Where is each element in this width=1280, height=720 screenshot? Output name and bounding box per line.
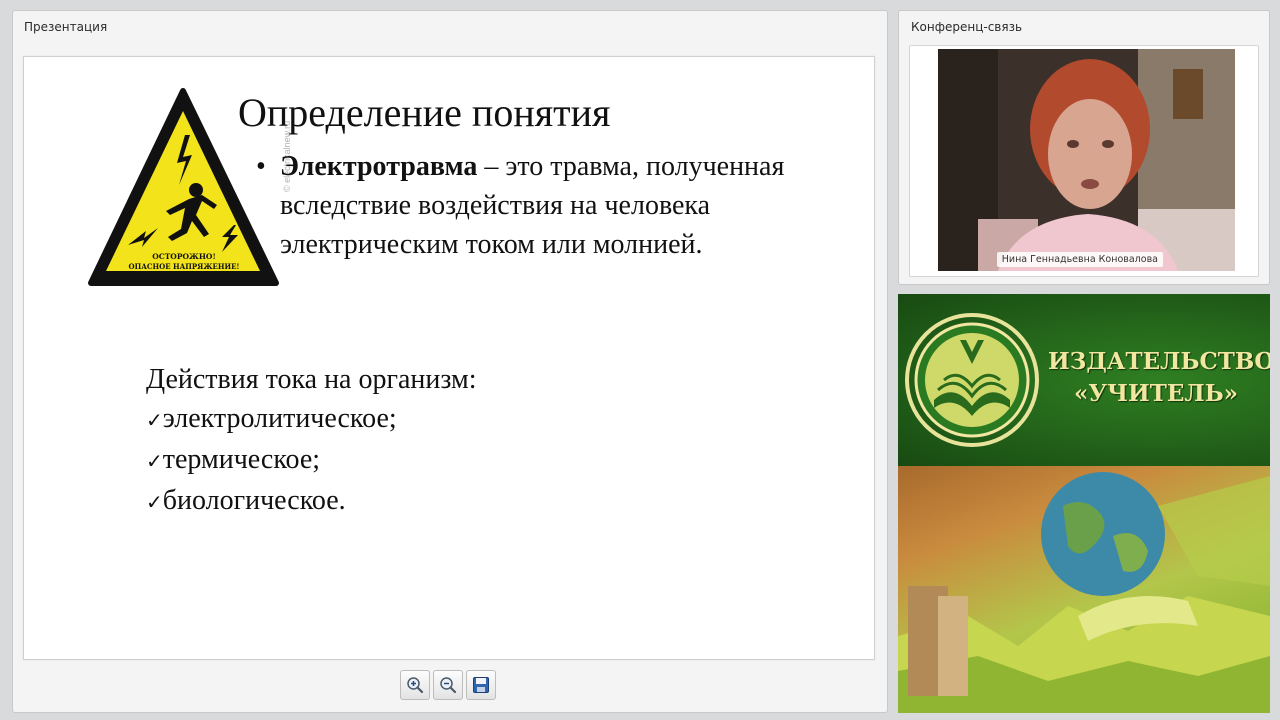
current-effects-list: Действия тока на организм: ✓электролитич…: [146, 360, 477, 522]
zoom-in-button[interactable]: [400, 670, 430, 700]
sign-text-voltage: ОПАСНОЕ НАПРЯЖЕНИЕ!: [129, 262, 240, 271]
publisher-name: ИЗДАТЕЛЬСТВО «УЧИТЕЛЬ»: [1048, 346, 1270, 410]
publisher-name-line2: «УЧИТЕЛЬ»: [1073, 380, 1239, 407]
publisher-banner: ИЗДАТЕЛЬСТВО «УЧИТЕЛЬ»: [898, 294, 1270, 713]
publisher-name-line1: ИЗДАТЕЛЬСТВО: [1048, 348, 1270, 375]
slide: ОСТОРОЖНО! ОПАСНОЕ НАПРЯЖЕНИЕ! © electri…: [23, 56, 875, 660]
conference-panel-title: Конференц-связь: [911, 20, 1023, 34]
effect-item: ✓термическое;: [146, 444, 321, 475]
publisher-logo-icon: [905, 313, 1039, 447]
video-frame: Нина Геннадьевна Коновалова: [909, 45, 1259, 277]
participant-image: [938, 49, 1235, 271]
effect-item: ✓электролитическое;: [146, 403, 397, 434]
presentation-panel: Презентация ОСТОРОЖНО! ОПАСНОЕ НАПРЯЖЕНИ…: [12, 10, 888, 713]
definition-term: Электротравма: [280, 151, 478, 182]
checkmark-icon: ✓: [146, 490, 163, 514]
participant-name-tag: Нина Геннадьевна Коновалова: [996, 252, 1163, 267]
zoom-in-icon: [407, 677, 424, 694]
banner-header: ИЗДАТЕЛЬСТВО «УЧИТЕЛЬ»: [898, 294, 1270, 466]
save-icon: [473, 677, 489, 693]
participant-video[interactable]: Нина Геннадьевна Коновалова: [938, 49, 1235, 271]
save-button[interactable]: [466, 670, 496, 700]
effect-item: ✓биологическое.: [146, 485, 346, 516]
presentation-toolbar: [400, 670, 496, 700]
checkmark-icon: ✓: [146, 449, 163, 473]
zoom-out-button[interactable]: [433, 670, 463, 700]
zoom-out-icon: [440, 677, 457, 694]
books-and-globe-image: [898, 472, 1270, 713]
checkmark-icon: ✓: [146, 408, 163, 432]
definition-bullet: • Электротравма – это травма, полученная…: [256, 147, 820, 264]
effects-title: Действия тока на организм:: [146, 364, 477, 395]
conference-panel: Конференц-связь Нина Геннадьевна Коновал…: [898, 10, 1270, 285]
banner-image: [898, 466, 1270, 713]
presentation-panel-title: Презентация: [24, 20, 108, 34]
sign-text-caution: ОСТОРОЖНО!: [152, 252, 216, 261]
slide-heading: Определение понятия: [238, 90, 611, 135]
bullet-dot-icon: •: [256, 151, 266, 182]
